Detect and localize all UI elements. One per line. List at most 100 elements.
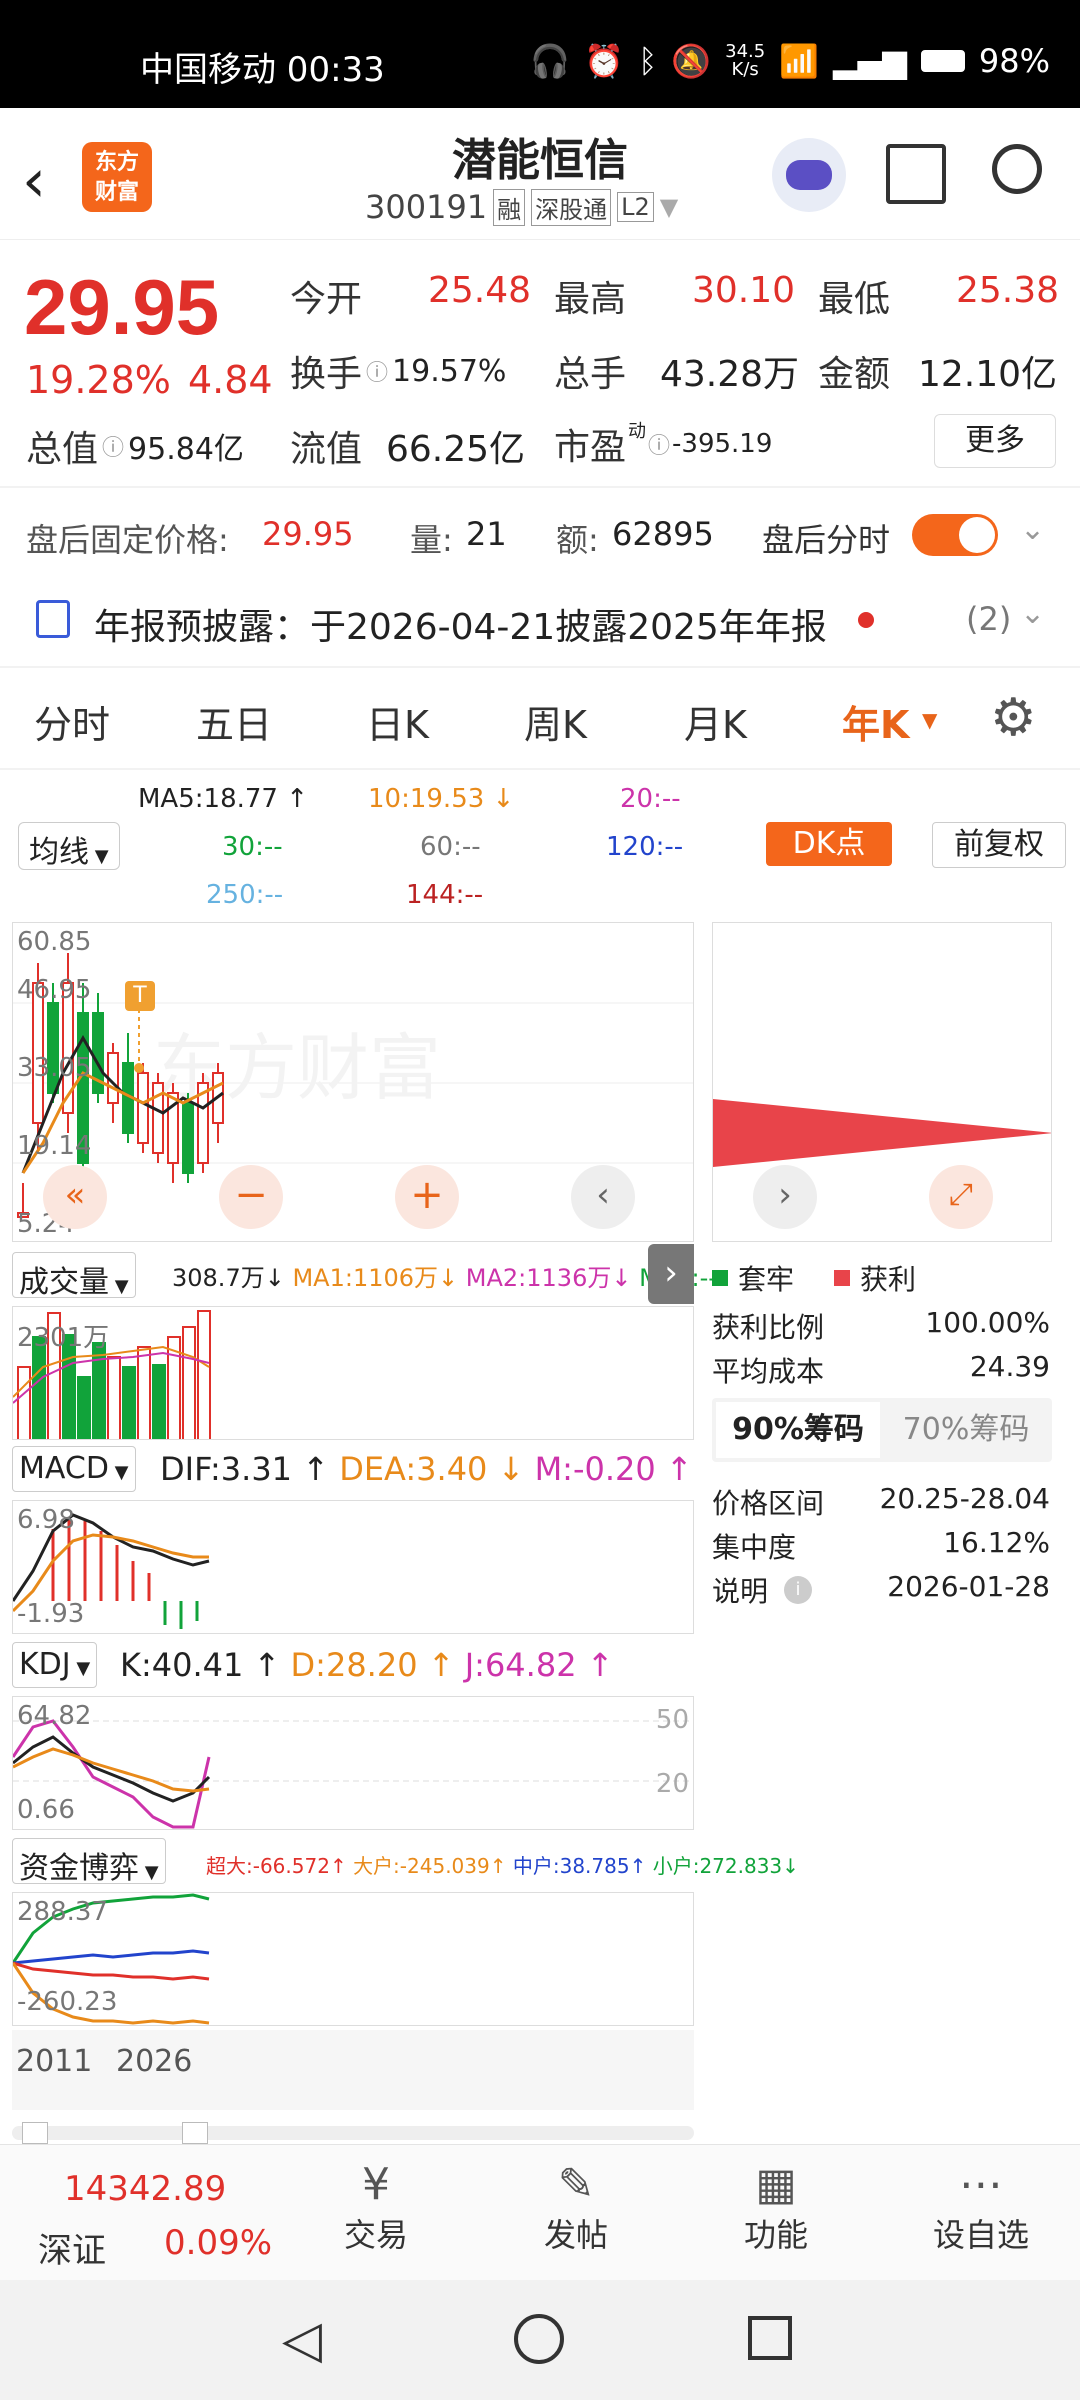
toggle-knob bbox=[959, 517, 995, 553]
after-hours-toggle[interactable] bbox=[912, 514, 998, 556]
ma20: 20:-- bbox=[620, 784, 681, 814]
after-hours-vol: 21 bbox=[466, 515, 507, 553]
y-label-1: 46.95 bbox=[17, 975, 92, 1005]
more-icon: ⋯ bbox=[959, 2159, 1003, 2210]
info-icon[interactable]: ⓘ bbox=[648, 428, 670, 460]
tab-day-k[interactable]: 日K bbox=[366, 694, 429, 749]
tab-chip-70[interactable]: 70%筹码 bbox=[884, 1402, 1048, 1458]
candle-body bbox=[182, 1102, 194, 1174]
low-value: 25.38 bbox=[956, 270, 1060, 311]
zoom-in-icon[interactable]: + bbox=[395, 1165, 459, 1229]
range-slider[interactable] bbox=[12, 2122, 694, 2144]
expand-icon[interactable]: ⤢ bbox=[929, 1165, 993, 1229]
search-icon[interactable] bbox=[992, 144, 1042, 194]
alarm-icon: ⏰ bbox=[584, 42, 625, 80]
notice-count[interactable]: (2) bbox=[966, 600, 1011, 638]
notice-text[interactable]: 年报预披露：于2026-04-21披露2025年年报 bbox=[94, 598, 827, 650]
kdj-chart[interactable]: 64.82 0.66 50 20 bbox=[12, 1696, 694, 1830]
volume-current: 308.7万 bbox=[172, 1264, 265, 1292]
concentration-label: 集中度 bbox=[712, 1531, 797, 1564]
funds-selector-label: 资金博弈 bbox=[19, 1851, 139, 1886]
scroll-left-icon[interactable]: ‹ bbox=[571, 1165, 635, 1229]
adjust-button[interactable]: 前复权 bbox=[932, 822, 1066, 868]
nav-trade[interactable]: ¥ 交易 bbox=[316, 2159, 436, 2256]
macd-chart[interactable]: 6.98 -1.93 bbox=[12, 1500, 694, 1634]
chevron-down-icon[interactable]: ⌄ bbox=[1020, 512, 1045, 547]
after-hours-price: 29.95 bbox=[262, 515, 354, 553]
volume-selector[interactable]: 成交量 ▼ bbox=[12, 1252, 136, 1300]
volume-selector-label: 成交量 bbox=[19, 1265, 109, 1300]
scroll-left-fast-icon[interactable]: « bbox=[43, 1165, 107, 1229]
change-pct: 19.28% bbox=[26, 358, 171, 402]
volume-label: 总手 bbox=[554, 354, 627, 395]
recents-nav-icon[interactable] bbox=[748, 2316, 792, 2360]
divider bbox=[0, 666, 1080, 668]
tab-chip-90[interactable]: 90%筹码 bbox=[716, 1402, 880, 1458]
index-pct[interactable]: 0.09% bbox=[164, 2223, 272, 2263]
ma144: 144:-- bbox=[406, 880, 484, 910]
tab-month-k[interactable]: 月K bbox=[684, 694, 747, 749]
tab-week-k[interactable]: 周K bbox=[524, 694, 587, 749]
macd-m: M:-0.20 bbox=[534, 1450, 656, 1488]
kdj-y-top: 64.82 bbox=[17, 1701, 92, 1731]
slider-handle-left[interactable] bbox=[22, 2122, 48, 2144]
marker-t[interactable]: T bbox=[125, 981, 155, 1011]
pe-value: -395.19 bbox=[672, 429, 773, 459]
nav-functions[interactable]: ▦ 功能 bbox=[716, 2159, 836, 2256]
info-icon[interactable]: ⓘ bbox=[102, 430, 124, 462]
chevron-down-icon[interactable]: ⌄ bbox=[1020, 596, 1045, 631]
nav-post[interactable]: ✎ 发帖 bbox=[516, 2159, 636, 2256]
macd-indicators: DIF:3.31 ↑ DEA:3.40 ↓ M:-0.20 ↑ bbox=[160, 1450, 693, 1488]
robot-assistant-icon[interactable] bbox=[772, 138, 846, 212]
slider-handle-right[interactable] bbox=[182, 2122, 208, 2144]
grid-icon: ▦ bbox=[755, 2159, 797, 2210]
mcap-label: 总值 bbox=[26, 429, 99, 470]
dk-button[interactable]: DK点 bbox=[766, 822, 892, 866]
nav-add-watchlist[interactable]: ⋯ 设自选 bbox=[916, 2159, 1046, 2256]
medium-funds-line bbox=[13, 1949, 210, 1965]
ma-selector[interactable]: 均线 ▼ bbox=[18, 822, 120, 870]
net-speed: 34.5 K/s bbox=[725, 43, 765, 79]
gear-icon[interactable]: ⚙ bbox=[990, 688, 1037, 748]
volume-bar bbox=[17, 1366, 31, 1439]
funds-chart[interactable]: 288.37 -260.23 bbox=[12, 1892, 694, 2026]
tab-5day[interactable]: 五日 bbox=[196, 694, 272, 749]
trade-icon: ¥ bbox=[362, 2159, 390, 2210]
pe-label: 市盈 bbox=[554, 427, 627, 468]
chevron-down-icon[interactable]: ▼ bbox=[922, 708, 937, 732]
amount-value: 12.10亿 bbox=[918, 354, 1058, 395]
macd-y-bottom: -1.93 bbox=[17, 1599, 85, 1629]
kline-chart[interactable]: 东方财富 T 60.85 46.95 33.05 19.14 5.24 « − … bbox=[12, 922, 694, 1242]
info-icon[interactable]: i bbox=[784, 1576, 813, 1604]
stock-code-row[interactable]: 300191 融 深股通 L2 ▼ bbox=[365, 188, 678, 226]
index-name[interactable]: 深证 bbox=[38, 2223, 106, 2272]
open-label: 今开 bbox=[290, 279, 363, 320]
battery-level: 98% bbox=[978, 42, 1050, 80]
macd-selector[interactable]: MACD ▼ bbox=[12, 1446, 136, 1492]
volume-chart[interactable]: 2301万 bbox=[12, 1306, 694, 1440]
turnover-value: 19.57% bbox=[392, 353, 507, 389]
tab-minute[interactable]: 分时 bbox=[34, 694, 110, 749]
back-nav-icon[interactable]: ◁ bbox=[282, 2310, 322, 2370]
home-nav-icon[interactable] bbox=[514, 2314, 564, 2364]
after-hours-vol-label: 量: bbox=[410, 521, 453, 559]
kdj-selector[interactable]: KDJ ▼ bbox=[12, 1642, 98, 1688]
note-row: 说明 i bbox=[712, 1570, 813, 1610]
tab-year-k[interactable]: 年K bbox=[842, 694, 909, 749]
scroll-right-icon[interactable]: › bbox=[753, 1165, 817, 1229]
index-value[interactable]: 14342.89 bbox=[64, 2169, 226, 2209]
info-icon[interactable]: ⓘ bbox=[366, 355, 388, 387]
y-label-2: 33.05 bbox=[17, 1053, 92, 1083]
funds-selector[interactable]: 资金博弈 ▼ bbox=[12, 1838, 166, 1886]
float-label: 流值 bbox=[290, 429, 363, 470]
profit-label: 获利 bbox=[860, 1263, 917, 1296]
high-label: 最高 bbox=[554, 279, 627, 320]
more-button[interactable]: 更多 bbox=[934, 414, 1056, 468]
share-icon[interactable] bbox=[886, 144, 946, 204]
zoom-out-icon[interactable]: − bbox=[219, 1165, 283, 1229]
total-mcap: 总值 ⓘ 95.84亿 bbox=[26, 420, 244, 472]
open-value: 25.48 bbox=[428, 270, 532, 311]
expand-indicators-icon[interactable]: › bbox=[648, 1244, 694, 1304]
chip-chart[interactable]: › ⤢ bbox=[712, 922, 1052, 1242]
macd-y-top: 6.98 bbox=[17, 1505, 75, 1535]
